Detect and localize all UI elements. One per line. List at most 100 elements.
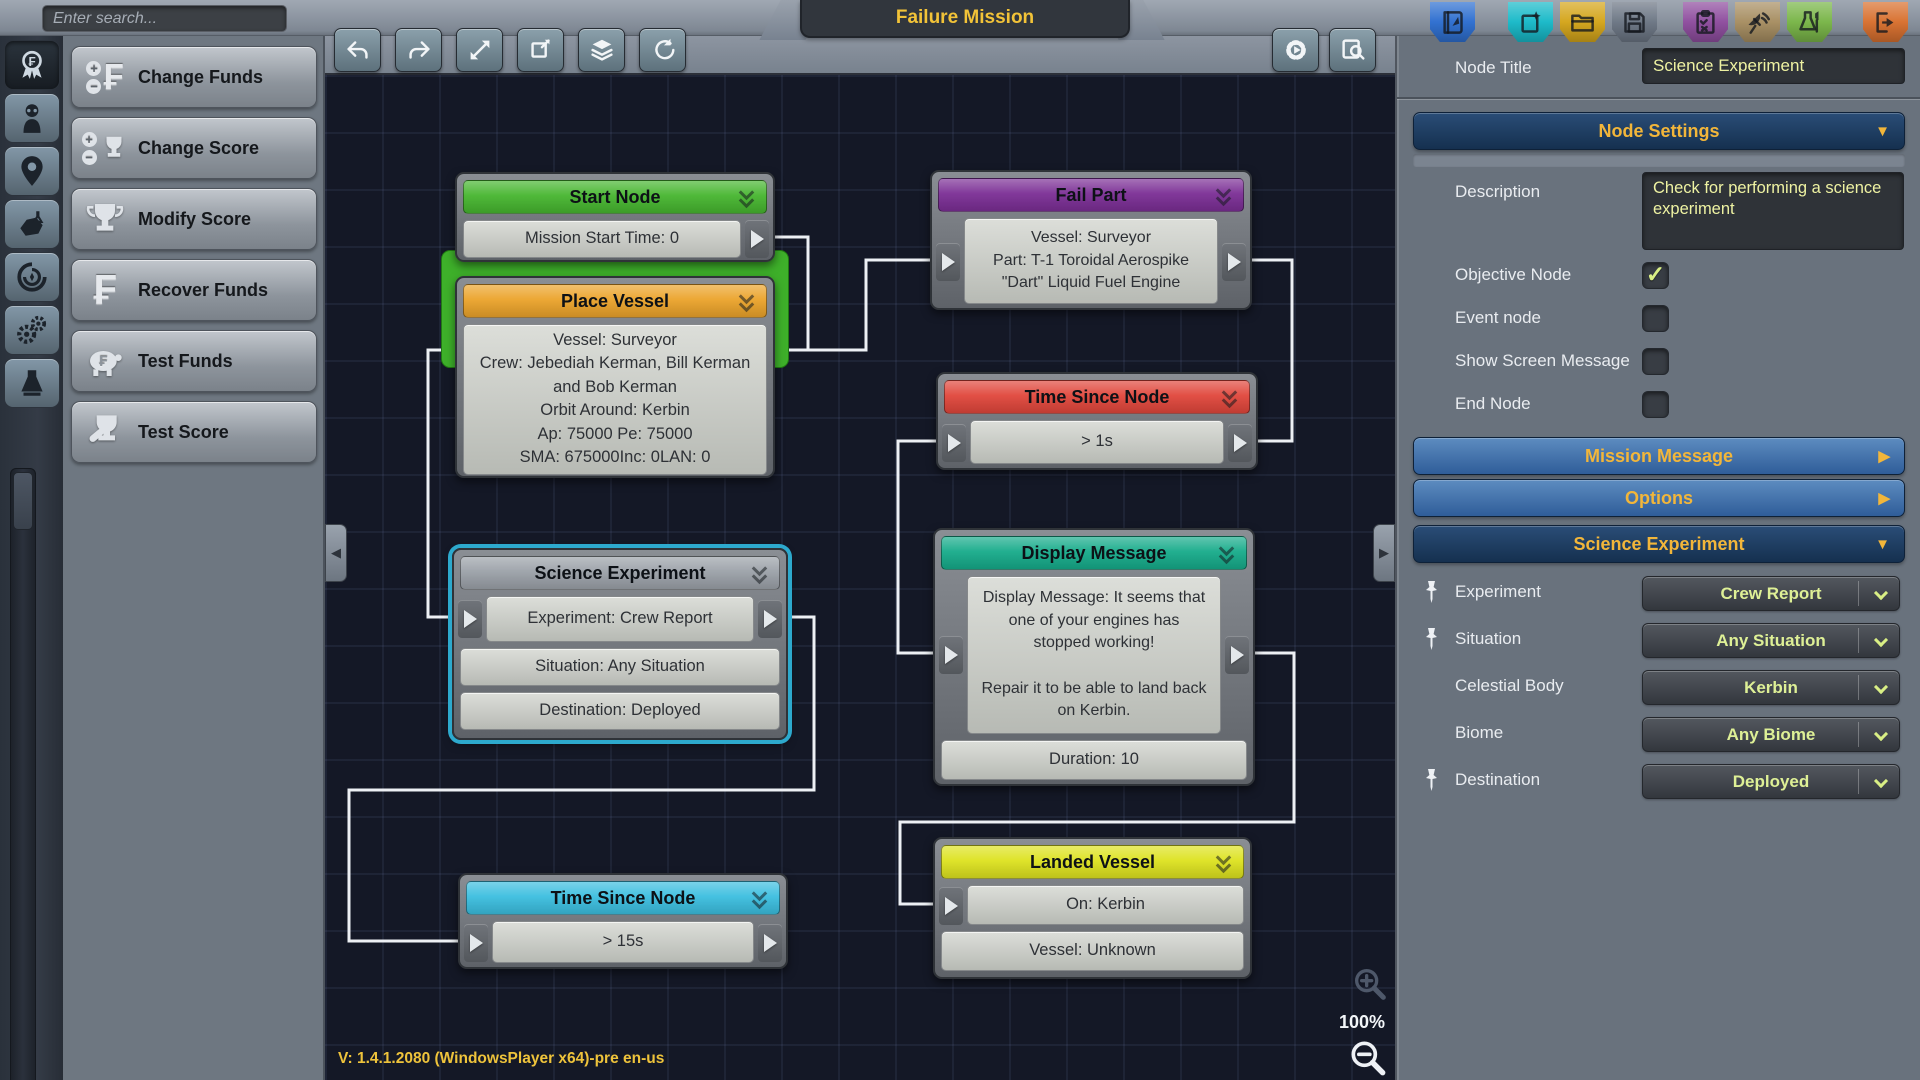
- undo-button[interactable]: [334, 28, 381, 72]
- sidebar-item-kerbal-crew[interactable]: [4, 93, 60, 143]
- open-mission-button[interactable]: [1560, 2, 1605, 42]
- collapse-chevron-icon[interactable]: [1217, 543, 1237, 565]
- output-connector-icon[interactable]: [758, 600, 782, 638]
- section-mission-message[interactable]: Mission Message ▶: [1413, 437, 1905, 475]
- missions-book-button[interactable]: [1430, 2, 1475, 42]
- node-start-row[interactable]: Mission Start Time: 0: [463, 220, 741, 258]
- output-connector-icon[interactable]: [758, 924, 782, 962]
- input-connector-icon[interactable]: [942, 424, 966, 462]
- node-display-message-row-duration[interactable]: Duration: 10: [941, 740, 1247, 780]
- celestial-body-dropdown[interactable]: Kerbin: [1642, 670, 1900, 705]
- palette-item-test-score[interactable]: Test Score: [71, 401, 317, 463]
- collapse-chevron-icon[interactable]: [1220, 387, 1240, 409]
- sidebar-item-location-pin[interactable]: [4, 146, 60, 196]
- destination-dropdown[interactable]: Deployed: [1642, 764, 1900, 799]
- input-connector-icon[interactable]: [464, 924, 488, 962]
- node-display-message-row-message[interactable]: Display Message: It seems that one of yo…: [967, 576, 1221, 734]
- end-node-checkbox[interactable]: [1642, 391, 1669, 418]
- collapse-right-panel-flap[interactable]: ▶: [1373, 524, 1395, 582]
- node-time-since-15s-row[interactable]: > 15s: [492, 921, 754, 963]
- node-title-input[interactable]: [1642, 48, 1905, 84]
- biome-dropdown[interactable]: Any Biome: [1642, 717, 1900, 752]
- node-place-vessel-header[interactable]: Place Vessel: [463, 284, 767, 318]
- experiment-dropdown[interactable]: Crew Report: [1642, 576, 1900, 611]
- node-start[interactable]: Start Node Mission Start Time: 0: [455, 172, 775, 262]
- node-fail-part-row[interactable]: Vessel: Surveyor Part: T-1 Toroidal Aero…: [964, 218, 1218, 304]
- input-connector-icon[interactable]: [936, 243, 960, 281]
- output-connector-icon[interactable]: [745, 220, 769, 258]
- node-science-experiment-header[interactable]: Science Experiment: [460, 556, 780, 590]
- mission-checklist-button[interactable]: [1683, 2, 1728, 42]
- node-display-message-header[interactable]: Display Message: [941, 536, 1247, 570]
- section-node-settings[interactable]: Node Settings ▼: [1413, 112, 1905, 150]
- reset-view-button[interactable]: [639, 28, 686, 72]
- collapse-chevron-icon[interactable]: [737, 187, 757, 209]
- input-connector-icon[interactable]: [458, 600, 482, 638]
- search-input[interactable]: [42, 5, 287, 32]
- node-display-message[interactable]: Display Message Display Message: It seem…: [933, 528, 1255, 786]
- node-landed-vessel-header[interactable]: Landed Vessel: [941, 845, 1244, 879]
- collapse-chevron-icon[interactable]: [1214, 852, 1234, 874]
- palette-item-change-score[interactable]: +− Change Score: [71, 117, 317, 179]
- new-mission-button[interactable]: [1508, 2, 1553, 42]
- mission-preview-button[interactable]: [1329, 28, 1376, 72]
- objective-node-checkbox[interactable]: [1642, 262, 1669, 289]
- node-time-since-1s-header[interactable]: Time Since Node: [944, 380, 1250, 414]
- node-place-vessel-row[interactable]: Vessel: Surveyor Crew: Jebediah Kerman, …: [463, 324, 767, 475]
- node-place-vessel[interactable]: Place Vessel Vessel: Surveyor Crew: Jebe…: [455, 276, 775, 478]
- palette-item-test-funds[interactable]: ₣ Test Funds: [71, 330, 317, 392]
- palette-item-recover-funds[interactable]: ₣ Recover Funds: [71, 259, 317, 321]
- exit-builder-button[interactable]: [1863, 2, 1908, 42]
- node-landed-vessel-row-vessel[interactable]: Vessel: Unknown: [941, 931, 1244, 971]
- node-fail-part[interactable]: Fail Part Vessel: Surveyor Part: T-1 Tor…: [930, 170, 1252, 310]
- node-fail-part-header[interactable]: Fail Part: [938, 178, 1244, 212]
- pushpin-icon[interactable]: [1423, 768, 1440, 792]
- input-connector-icon[interactable]: [939, 636, 963, 674]
- show-screen-message-checkbox[interactable]: [1642, 348, 1669, 375]
- node-time-since-15s[interactable]: Time Since Node > 15s: [458, 873, 788, 969]
- collapse-chevron-icon[interactable]: [750, 563, 770, 585]
- section-science-experiment[interactable]: Science Experiment ▼: [1413, 525, 1905, 563]
- output-connector-icon[interactable]: [1228, 424, 1252, 462]
- palette-item-change-funds[interactable]: +− ₣ Change Funds: [71, 46, 317, 108]
- output-connector-icon[interactable]: [1222, 243, 1246, 281]
- node-landed-vessel[interactable]: Landed Vessel On: Kerbin Vessel: Unknown: [933, 837, 1252, 979]
- sidebar-item-orbit-swirl[interactable]: [4, 252, 60, 302]
- situation-dropdown[interactable]: Any Situation: [1642, 623, 1900, 658]
- sidebar-item-parts-gears[interactable]: [4, 305, 60, 355]
- layers-button[interactable]: [578, 28, 625, 72]
- node-science-experiment-row-experiment[interactable]: Experiment: Crew Report: [486, 596, 754, 642]
- collapse-chevron-icon[interactable]: [750, 888, 770, 910]
- node-science-experiment-row-situation[interactable]: Situation: Any Situation: [460, 648, 780, 686]
- input-connector-icon[interactable]: [939, 887, 963, 925]
- node-science-experiment-row-destination[interactable]: Destination: Deployed: [460, 692, 780, 730]
- zoom-out-button[interactable]: [1346, 1036, 1390, 1080]
- node-time-since-1s[interactable]: Time Since Node > 1s: [936, 372, 1258, 470]
- mission-settings-button[interactable]: [1272, 28, 1319, 72]
- sidebar-scrollbar-track[interactable]: [10, 468, 36, 1080]
- pushpin-icon[interactable]: [1423, 580, 1440, 604]
- node-time-since-1s-row[interactable]: > 1s: [970, 420, 1224, 464]
- palette-item-modify-score[interactable]: Modify Score: [71, 188, 317, 250]
- node-time-since-15s-header[interactable]: Time Since Node: [466, 881, 780, 915]
- description-input[interactable]: Check for performing a science experimen…: [1642, 172, 1904, 250]
- node-science-experiment[interactable]: Science Experiment Experiment: Crew Repo…: [452, 548, 788, 740]
- save-mission-button[interactable]: [1612, 2, 1657, 42]
- collapse-left-panel-flap[interactable]: ◀: [325, 524, 347, 582]
- fit-view-button[interactable]: [517, 28, 564, 72]
- sidebar-scrollbar-handle[interactable]: [13, 472, 33, 530]
- collapse-chevron-icon[interactable]: [1214, 185, 1234, 207]
- node-start-header[interactable]: Start Node: [463, 180, 767, 214]
- redo-button[interactable]: [395, 28, 442, 72]
- output-connector-icon[interactable]: [1225, 636, 1249, 674]
- section-options[interactable]: Options ▶: [1413, 479, 1905, 517]
- zoom-in-button[interactable]: [1350, 964, 1390, 1009]
- node-landed-vessel-row-on[interactable]: On: Kerbin: [967, 885, 1244, 925]
- pushpin-icon[interactable]: [1423, 627, 1440, 651]
- event-node-checkbox[interactable]: [1642, 305, 1669, 332]
- collapse-chevron-icon[interactable]: [737, 291, 757, 313]
- sidebar-item-science-rock[interactable]: [4, 199, 60, 249]
- expand-view-button[interactable]: [456, 28, 503, 72]
- sidebar-item-resources-flask[interactable]: [4, 358, 60, 408]
- sidebar-item-funds-ribbon[interactable]: ₣: [4, 40, 60, 90]
